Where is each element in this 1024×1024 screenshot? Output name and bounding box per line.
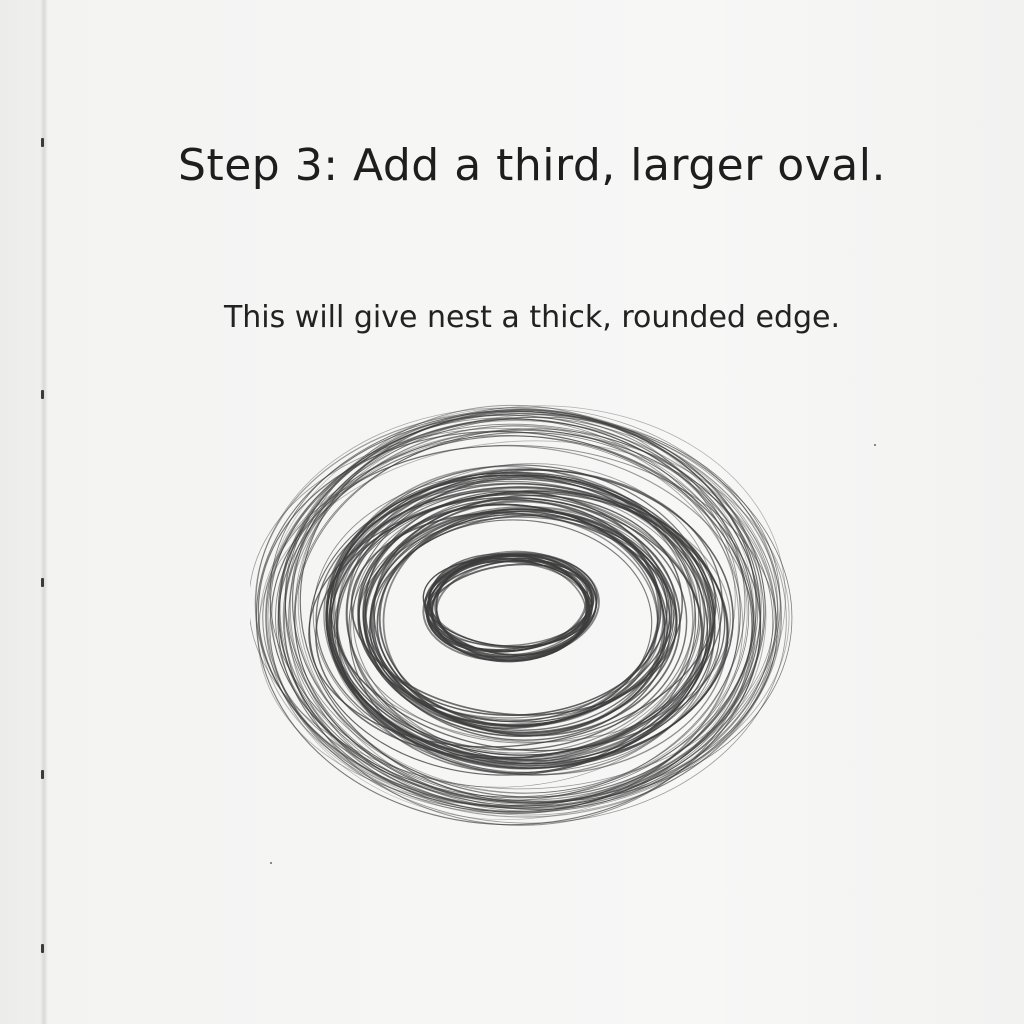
binding-hole: [41, 944, 44, 953]
binding-hole: [41, 390, 44, 399]
paper-speck: [874, 444, 876, 446]
binding-hole: [41, 138, 44, 147]
step-heading: Step 3: Add a third, larger oval.: [178, 140, 886, 191]
step-description: This will give nest a thick, rounded edg…: [223, 300, 841, 335]
notebook-page: Step 3: Add a third, larger oval. This w…: [0, 0, 1024, 1024]
paper-speck: [270, 862, 272, 864]
binding-hole: [41, 578, 44, 587]
nest-sketch: [250, 404, 793, 826]
middle-oval-stroke: [358, 503, 666, 737]
binding-hole: [41, 770, 44, 779]
